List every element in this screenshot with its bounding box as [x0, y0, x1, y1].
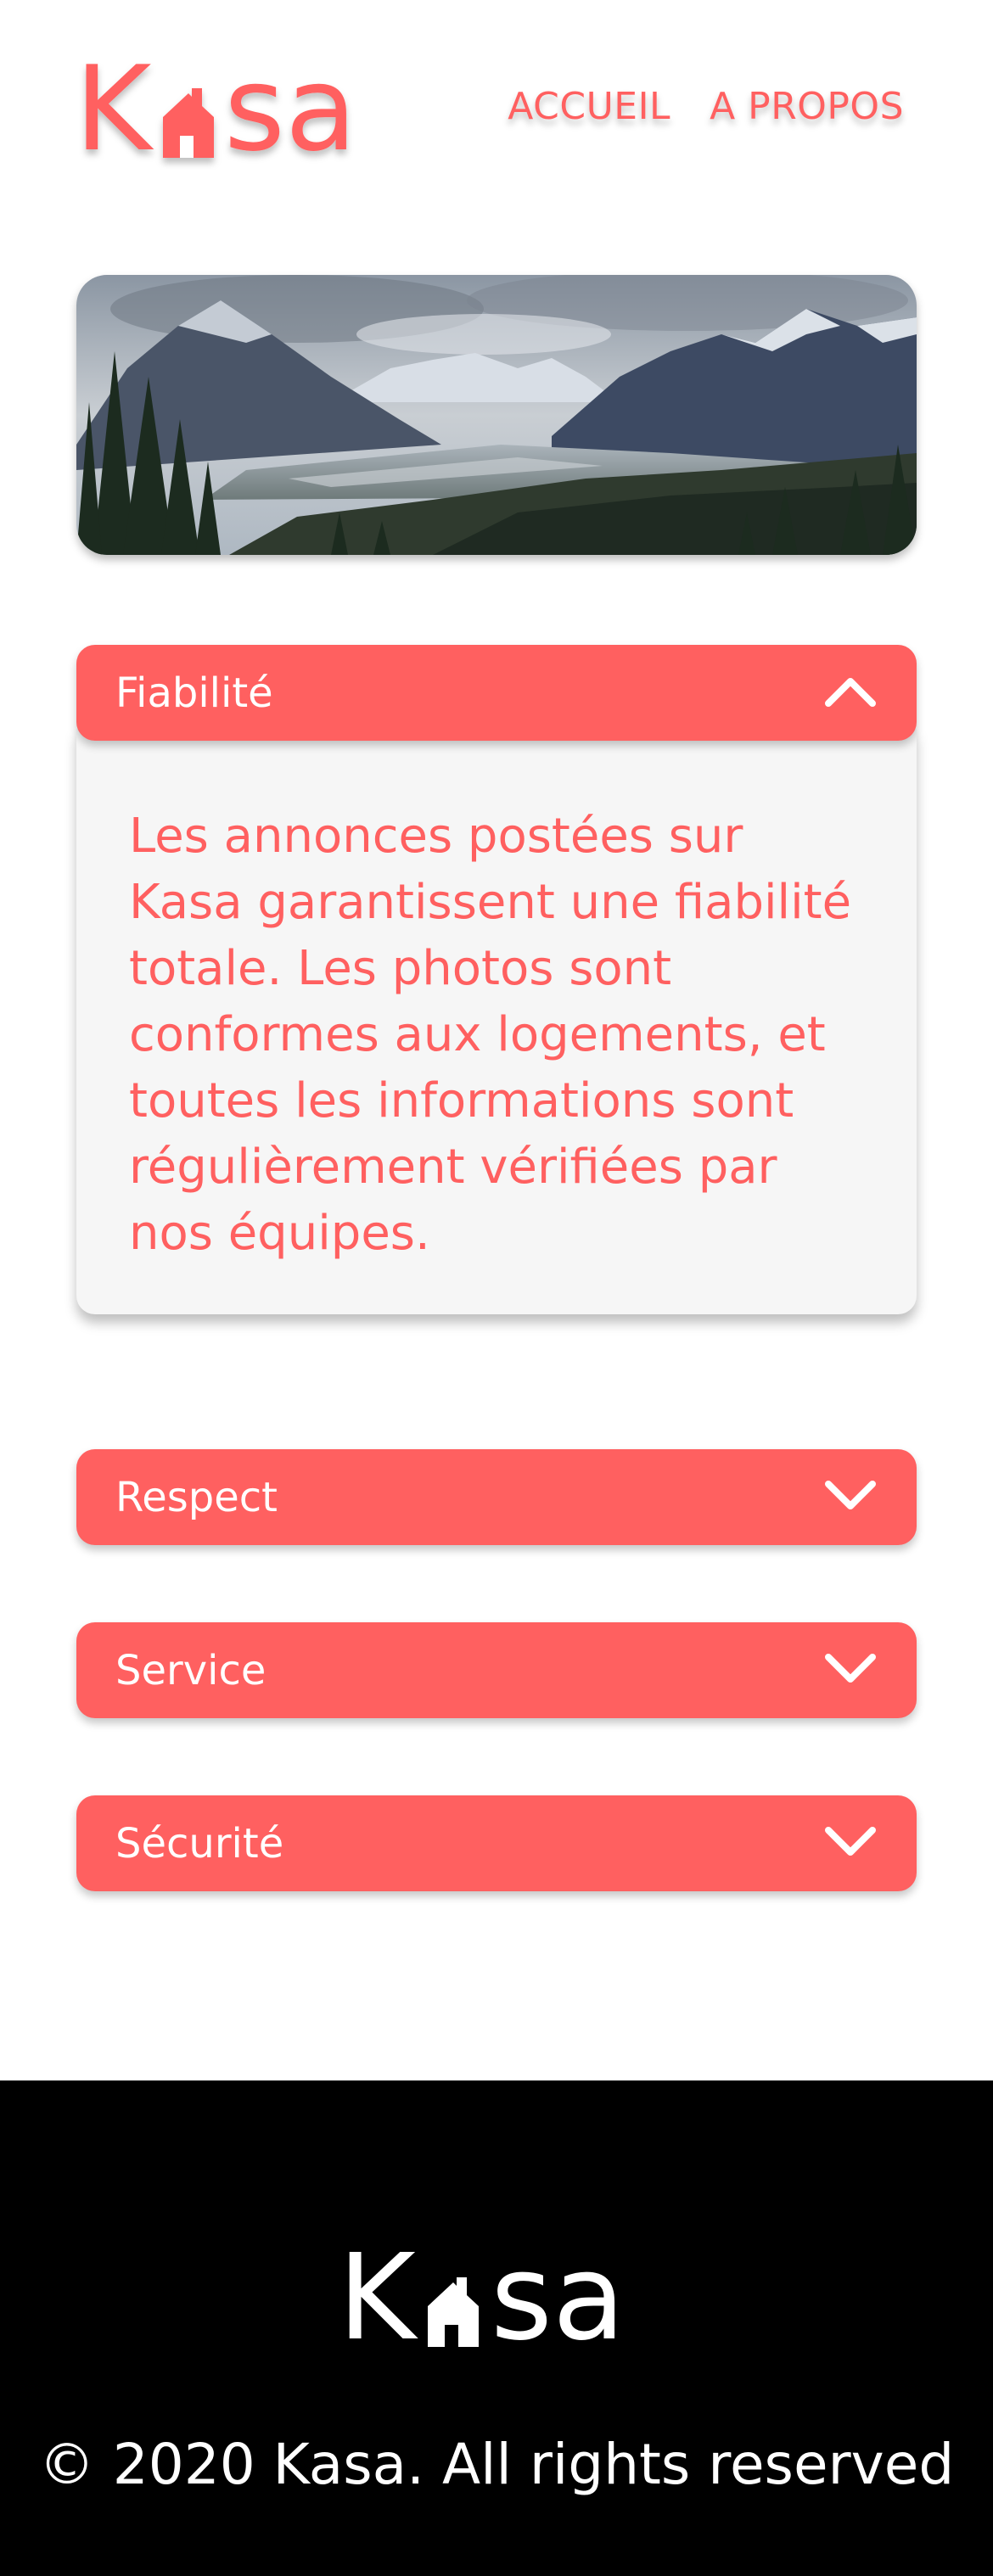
accordion-header-respect[interactable]: Respect — [76, 1449, 917, 1545]
site-header: K sa ACCUEIL A PROPOS — [0, 0, 993, 221]
about-banner — [76, 275, 917, 555]
accordion-respect: Respect — [76, 1449, 917, 1545]
chevron-down-icon[interactable] — [823, 1652, 878, 1689]
chevron-down-icon[interactable] — [823, 1825, 878, 1862]
kasa-logo[interactable]: K sa — [75, 41, 380, 177]
accordion-header-fiabilite[interactable]: Fiabilité — [76, 645, 917, 741]
nav-a-propos-link[interactable]: A PROPOS — [710, 85, 904, 128]
copyright-text: © 2020 Kasa. All rights reserved — [38, 2432, 955, 2497]
accordion-title: Fiabilité — [115, 669, 273, 717]
accordion-title: Sécurité — [115, 1819, 284, 1868]
chevron-up-icon[interactable] — [823, 675, 878, 712]
accordion-fiabilite: Fiabilité Les annonces postées sur Kasa … — [76, 645, 917, 1314]
kasa-footer-logo: K sa — [338, 2229, 655, 2367]
accordion-header-service[interactable]: Service — [76, 1622, 917, 1718]
main-nav: ACCUEIL A PROPOS — [508, 85, 904, 128]
accordion-title: Respect — [115, 1473, 278, 1521]
accordion-securite: Sécurité — [76, 1795, 917, 1891]
accordion-service: Service — [76, 1622, 917, 1718]
accordion-content-fiabilite: Les annonces postées sur Kasa garantisse… — [76, 729, 917, 1314]
mountain-landscape-image — [76, 275, 917, 555]
kasa-logo-icon: K sa — [75, 41, 356, 177]
svg-text:K: K — [338, 2242, 418, 2360]
nav-accueil-link[interactable]: ACCUEIL — [508, 85, 670, 128]
accordion-header-securite[interactable]: Sécurité — [76, 1795, 917, 1891]
chevron-down-icon[interactable] — [823, 1479, 878, 1516]
accordion-title: Service — [115, 1646, 266, 1694]
accordion-content-text: Les annonces postées sur Kasa garantisse… — [129, 809, 852, 1261]
svg-text:sa: sa — [491, 2242, 626, 2360]
site-footer: K sa © 2020 Kasa. All rights reserved — [0, 2080, 993, 2576]
svg-text:sa: sa — [224, 54, 356, 170]
kasa-logo-icon: K sa — [338, 2229, 626, 2367]
svg-text:K: K — [75, 54, 154, 170]
